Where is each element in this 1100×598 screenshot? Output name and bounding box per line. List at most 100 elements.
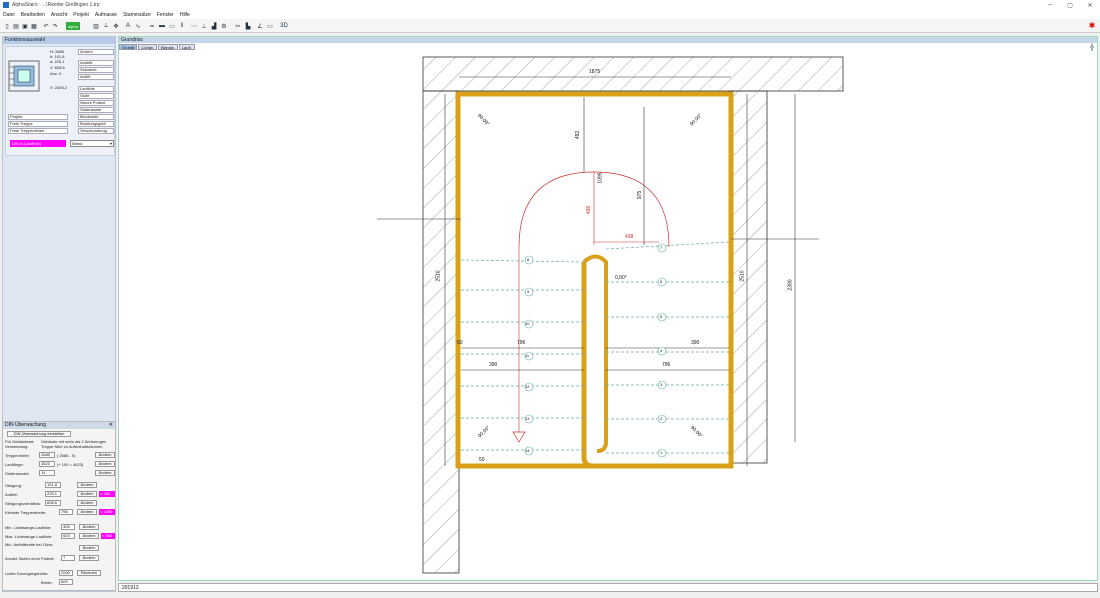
stair-icon[interactable]: ▙ bbox=[244, 22, 252, 30]
step-number: 2 bbox=[660, 416, 663, 421]
ruler-icon[interactable]: ▭ bbox=[266, 22, 274, 30]
close-button[interactable]: ✕ bbox=[1080, 0, 1100, 10]
dim-label: 1875 bbox=[589, 69, 601, 75]
treppenbreite-change-button[interactable]: Ändern bbox=[77, 509, 97, 515]
menu-fenster[interactable]: Fenster bbox=[154, 12, 177, 18]
austritt-button[interactable]: Austritt bbox=[78, 60, 114, 66]
max-lichtwange-warning: > 550 bbox=[101, 533, 115, 539]
rechnen-button[interactable]: Rechnen bbox=[77, 570, 101, 576]
beam-icon[interactable]: ▬ bbox=[158, 22, 166, 30]
menu-ansicht[interactable]: Ansicht bbox=[48, 12, 70, 18]
step-number: 5 bbox=[660, 314, 663, 319]
snap-icon[interactable]: ⊥ bbox=[200, 22, 208, 30]
maximize-button[interactable]: ▢ bbox=[1060, 0, 1080, 10]
rect-icon[interactable]: ▭ bbox=[168, 22, 176, 30]
antritt-button[interactable]: Antritt bbox=[78, 74, 114, 80]
wall-select[interactable]: Wand ▾ bbox=[70, 140, 114, 147]
stufen-ohne-podest-value[interactable]: 7 bbox=[61, 555, 75, 561]
verschraubung-button[interactable]: Verschraubung bbox=[78, 128, 114, 134]
projekt-button[interactable]: Projekt bbox=[8, 114, 68, 120]
stufenkante-button[interactable]: Stufenkante bbox=[78, 107, 114, 113]
menu-hilfe[interactable]: Hilfe bbox=[177, 12, 193, 18]
dots-icon[interactable]: ⋯ bbox=[190, 22, 198, 30]
breite-value[interactable]: 600 bbox=[59, 579, 73, 585]
durchgangshoehe-value[interactable]: 2000 bbox=[59, 570, 73, 576]
min-lichtwange-label: Min. Lichtwange-Lauflinie: bbox=[5, 525, 52, 530]
stufen-ohne-podest-change-button[interactable]: Ändern bbox=[79, 555, 99, 561]
lauflaenge-extra: (+ 100 = 4623) bbox=[57, 462, 84, 467]
gear-icon[interactable]: ⚙ bbox=[220, 22, 228, 30]
blockstufe-button[interactable]: Blockstufe bbox=[78, 114, 114, 120]
redo-icon[interactable]: ↷ bbox=[51, 22, 59, 30]
norm-button[interactable]: DIN 5 (Lauflinie) bbox=[10, 140, 66, 147]
din-settings-button[interactable]: DIN Überwachung einstellen bbox=[7, 431, 71, 437]
toolbar: ▯ ▤ ▣ ▦ ↶ ↷ alpha ▥ ⟂ ✥ A ∿ ━ ▬ ▭ ‖ ⋯ ⊥ … bbox=[0, 19, 1100, 33]
lauflinie-button[interactable]: Lauflinie bbox=[78, 86, 114, 92]
neues-podest-button[interactable]: Neues Podest bbox=[78, 100, 114, 106]
angle-icon[interactable]: ∠ bbox=[256, 22, 264, 30]
pause-icon[interactable]: ‖ bbox=[178, 22, 186, 30]
grundriss-canvas[interactable]: Grundriss Grundr Lichtw. Wandw. Laufl. ╬ bbox=[118, 36, 1098, 581]
function-box: H: 2685 h: 191,8 a: 225,1 V: 608,6 Anz: … bbox=[5, 46, 115, 156]
angle-label: 0,00° bbox=[615, 275, 627, 281]
step-number: 9 bbox=[527, 289, 530, 294]
grid-icon[interactable]: ▥ bbox=[92, 22, 100, 30]
treppenhoehe-change-button[interactable]: Ändern bbox=[95, 452, 115, 458]
bruestungsgelaender-button[interactable]: Brüstungsgelä bbox=[78, 121, 114, 127]
menu-datei[interactable]: Datei bbox=[0, 12, 18, 18]
move-icon[interactable]: ✥ bbox=[112, 22, 120, 30]
menu-bar: Datei Bearbeiten Ansicht Projekt Aufmass… bbox=[0, 10, 1100, 19]
steigung-value[interactable]: 191,8 bbox=[45, 482, 61, 488]
curve-icon[interactable]: ∿ bbox=[134, 22, 142, 30]
treppenhoehe-value[interactable]: 2685 bbox=[39, 452, 55, 458]
aendern-button[interactable]: Ändern bbox=[78, 49, 114, 55]
min-lichtwange-value[interactable]: 405 bbox=[61, 524, 75, 530]
save-icon[interactable]: ▣ bbox=[21, 22, 29, 30]
min-auftrittbreite-change-button[interactable]: Ändern bbox=[79, 545, 99, 551]
menu-projekt[interactable]: Projekt bbox=[70, 12, 92, 18]
setzstufe-button[interactable]: Setzstufe bbox=[78, 67, 114, 73]
tools-icon[interactable]: ✂ bbox=[234, 22, 242, 30]
treppenbreite-value[interactable]: 796 bbox=[59, 509, 73, 515]
alpha-button[interactable]: alpha bbox=[66, 22, 80, 30]
menu-aufmasse[interactable]: Aufmasse bbox=[92, 12, 120, 18]
steigungsverhaeltnis-value[interactable]: 608,6 bbox=[45, 500, 61, 506]
treppenhoehe-label: Treppenhöhe: bbox=[5, 453, 30, 458]
steigungsverhaeltnis-change-button[interactable]: Ändern bbox=[77, 500, 97, 506]
undo-icon[interactable]: ↶ bbox=[42, 22, 50, 30]
print-icon[interactable]: ▦ bbox=[30, 22, 38, 30]
freie-treppenlinien-button[interactable]: Freie Treppenlinien bbox=[8, 128, 68, 134]
close-icon[interactable]: ✕ bbox=[109, 422, 113, 429]
car-icon[interactable]: ▟ bbox=[210, 22, 218, 30]
step-number: 6 bbox=[660, 279, 663, 284]
open-icon[interactable]: ▤ bbox=[12, 22, 20, 30]
red-action-icon[interactable]: ✱ bbox=[1088, 22, 1096, 30]
measure-icon[interactable]: ⟂ bbox=[102, 22, 110, 30]
auftritt-value[interactable]: 225,1 bbox=[45, 491, 61, 497]
max-lichtwange-change-button[interactable]: Ändern bbox=[79, 533, 99, 539]
status-bar: 201912 bbox=[118, 583, 1098, 592]
new-icon[interactable]: ▯ bbox=[3, 22, 11, 30]
dim-label: 2510 bbox=[435, 270, 442, 282]
lauflaenge-value[interactable]: 4523 bbox=[39, 461, 55, 467]
menu-stammsaetze[interactable]: Stammsätze bbox=[120, 12, 154, 18]
breite-label: Breite: bbox=[41, 580, 53, 585]
chevron-down-icon: ▾ bbox=[109, 141, 112, 146]
line-icon[interactable]: ━ bbox=[148, 22, 156, 30]
auftritt-change-button[interactable]: Ändern bbox=[77, 491, 97, 497]
steigung-change-button[interactable]: Ändern bbox=[77, 482, 97, 488]
view-3d-icon[interactable]: 3D bbox=[280, 22, 288, 30]
min-lichtwange-change-button[interactable]: Ändern bbox=[79, 524, 99, 530]
minimize-button[interactable]: – bbox=[1040, 0, 1060, 10]
max-lichtwange-value[interactable]: 603 bbox=[61, 533, 75, 539]
stufe-button[interactable]: Stufe bbox=[78, 93, 114, 99]
freie-treppe-button[interactable]: Freie Treppe bbox=[8, 121, 68, 127]
stufenanzahl-value[interactable]: 14 bbox=[39, 470, 55, 476]
val-v: V: 608,6 bbox=[50, 65, 65, 70]
text-icon[interactable]: A bbox=[124, 22, 132, 30]
stufenanzahl-change-button[interactable]: Ändern bbox=[95, 470, 115, 476]
title-bar: AlphaStairs - ...\Reeder Grellingen 1.tr… bbox=[0, 0, 1100, 10]
lauflaenge-change-button[interactable]: Ändern bbox=[95, 461, 115, 467]
menu-bearbeiten[interactable]: Bearbeiten bbox=[18, 12, 48, 18]
verwendung-value: Treppe führt zu Aufenthaltsräumen bbox=[41, 444, 103, 449]
